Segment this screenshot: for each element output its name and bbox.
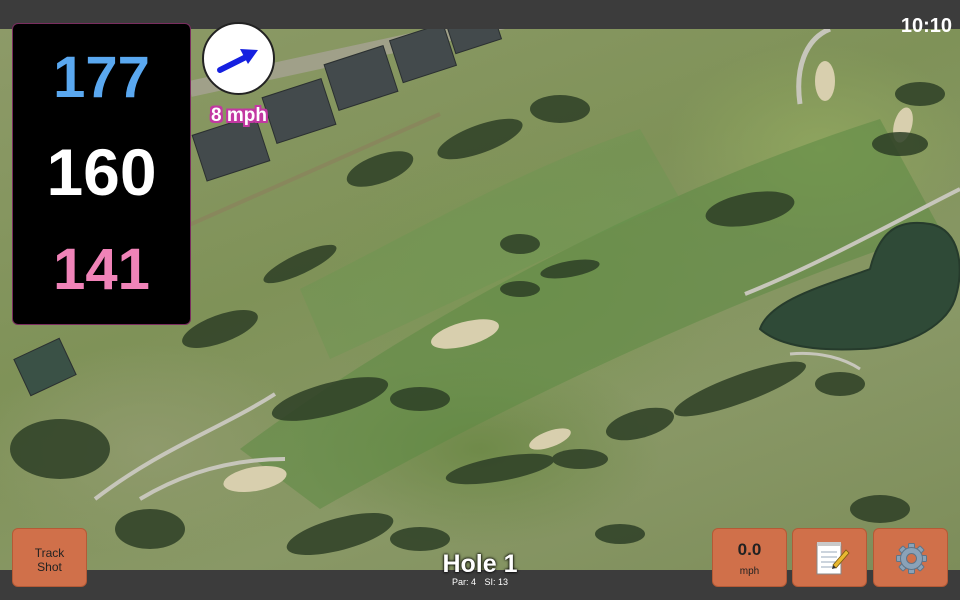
settings-button[interactable] [873,528,948,587]
track-shot-button[interactable]: Track Shot [12,528,87,587]
wind-speed-value: 0.0 [737,540,762,559]
wind-speed-label: 8 mph [211,105,267,126]
back-yardage: 177 [53,45,150,110]
track-shot-label: Track Shot [34,546,65,574]
hole-stroke-index: SI: 13 [484,577,509,587]
gear-icon [896,543,927,574]
wind-direction-indicator [202,22,275,95]
hole-par: Par: 4 [451,577,476,587]
yardage-panel: 177 160 141 [12,23,191,325]
notes-button[interactable] [792,528,867,587]
middle-yardage: 160 [46,135,157,209]
hole-info: Par: 4 SI: 13 [380,577,580,587]
wind-speed-unit: mph [739,566,760,577]
status-clock: 10:10 [900,15,952,37]
wind-speed-button[interactable]: 0.0 mph [712,528,787,587]
arrow-icon [217,49,258,73]
notepad-icon [816,542,850,575]
hole-title: Hole 1 [442,550,518,578]
front-yardage: 141 [53,237,150,302]
